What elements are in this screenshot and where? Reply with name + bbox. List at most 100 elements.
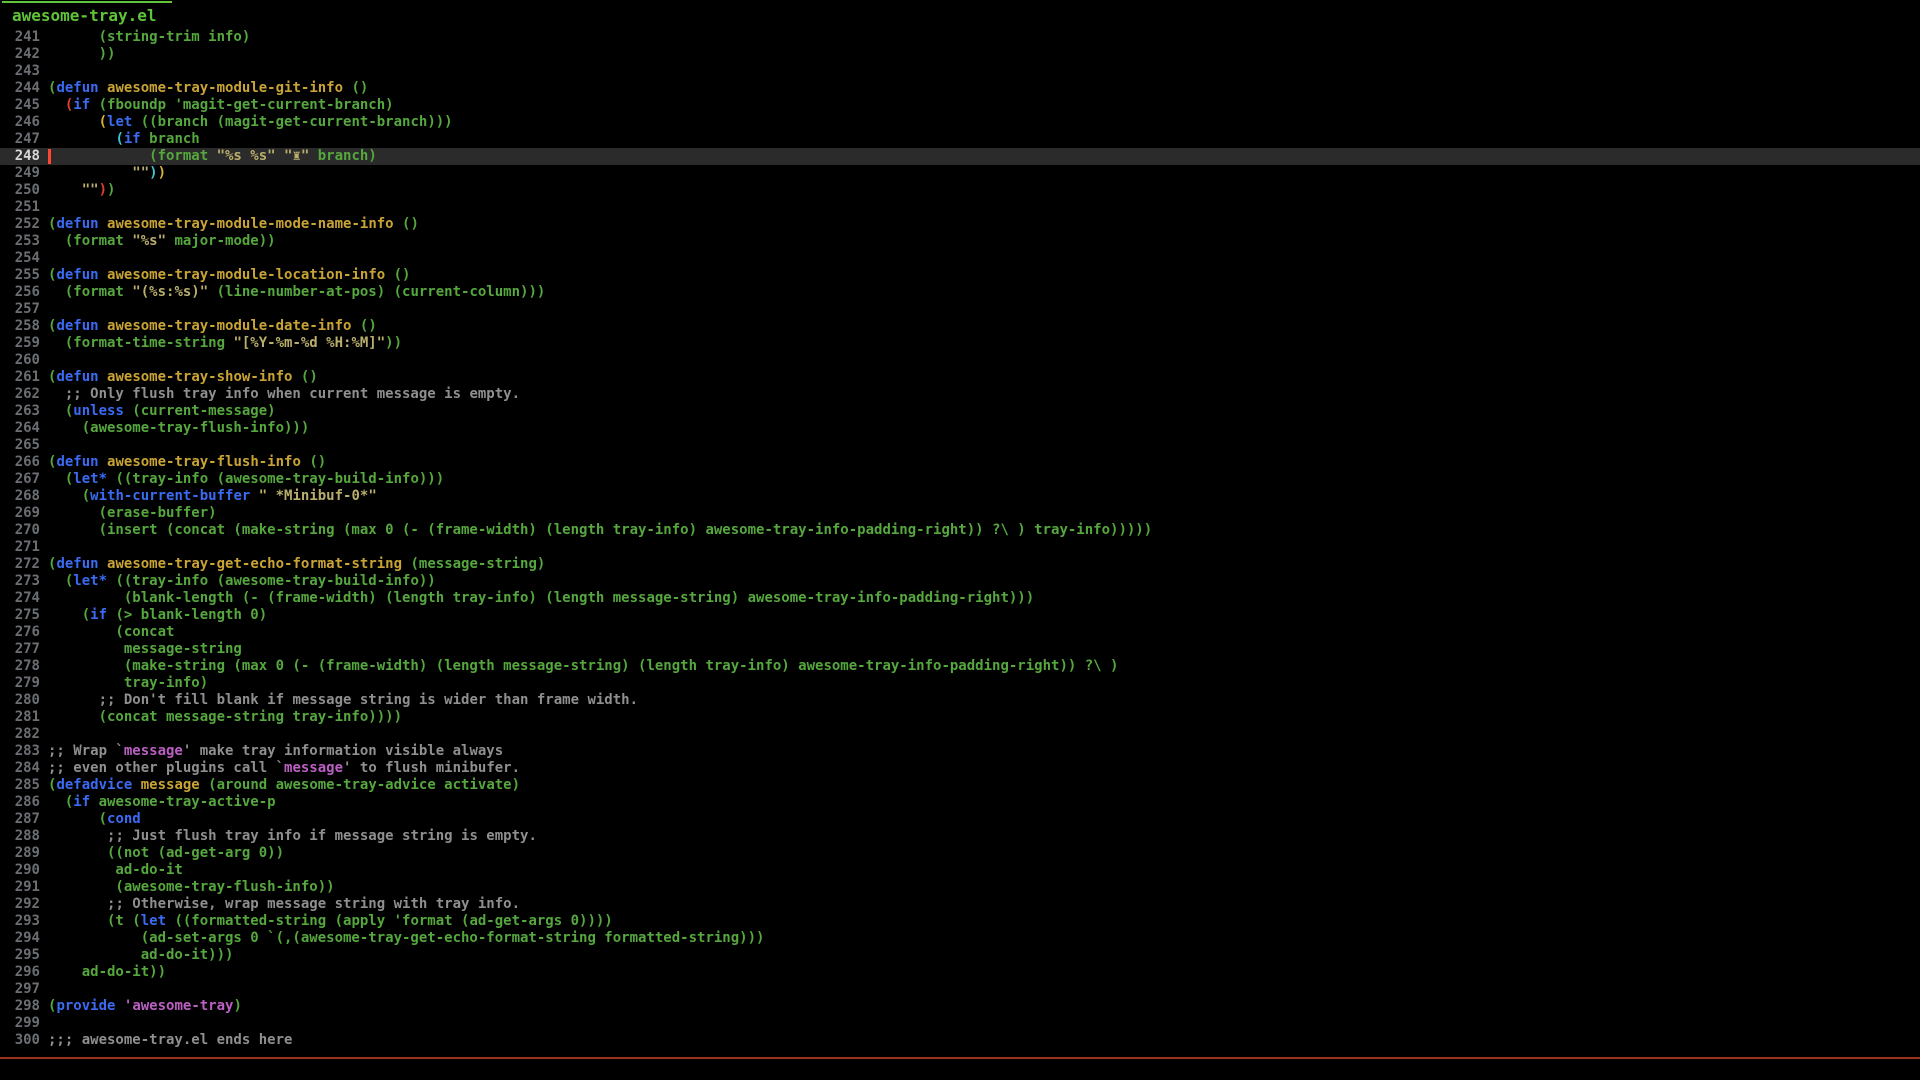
code-line[interactable]: 259 (format-time-string "[%Y-%m-%d %H:%M… <box>0 335 1920 352</box>
code-line[interactable]: 269 (erase-buffer) <box>0 505 1920 522</box>
code-token: ) <box>149 165 157 181</box>
code-line[interactable]: 266(defun awesome-tray-flush-info () <box>0 454 1920 471</box>
code-token: tray-info) <box>48 675 208 691</box>
code-line[interactable]: 293 (t (let ((formatted-string (apply 'f… <box>0 913 1920 930</box>
code-token: (format <box>48 148 217 164</box>
code-line[interactable]: 271 <box>0 539 1920 556</box>
code-token: ((not (ad-get-arg 0)) <box>48 845 284 861</box>
code-line[interactable]: 244(defun awesome-tray-module-git-info (… <box>0 80 1920 97</box>
code-line[interactable]: 280 ;; Don't fill blank if message strin… <box>0 692 1920 709</box>
code-line[interactable]: 249 "")) <box>0 165 1920 182</box>
code-token: )) <box>48 46 115 62</box>
code-token: ( <box>48 811 107 827</box>
code-line[interactable]: 278 (make-string (max 0 (- (frame-width)… <box>0 658 1920 675</box>
code-line[interactable]: 277 message-string <box>0 641 1920 658</box>
code-token <box>48 386 65 402</box>
line-number: 282 <box>0 726 40 743</box>
code-line[interactable]: 294 (ad-set-args 0 `(,(awesome-tray-get-… <box>0 930 1920 947</box>
code-token: ad-do-it)) <box>48 964 166 980</box>
code-area[interactable]: 241 (string-trim info)242 ))243244(defun… <box>0 29 1920 1049</box>
code-line[interactable]: 264 (awesome-tray-flush-info))) <box>0 420 1920 437</box>
code-line[interactable]: 275 (if (> blank-length 0) <box>0 607 1920 624</box>
code-line[interactable]: 300;;; awesome-tray.el ends here <box>0 1032 1920 1049</box>
code-line[interactable]: 282 <box>0 726 1920 743</box>
code-token <box>99 80 107 96</box>
code-line[interactable]: 276 (concat <box>0 624 1920 641</box>
code-line[interactable]: 297 <box>0 981 1920 998</box>
code-line[interactable]: 253 (format "%s" major-mode)) <box>0 233 1920 250</box>
code-token: "(%s:%s)" <box>132 284 208 300</box>
code-line[interactable]: 274 (blank-length (- (frame-width) (leng… <box>0 590 1920 607</box>
code-token: (string-trim info) <box>48 29 250 45</box>
code-line[interactable]: 279 tray-info) <box>0 675 1920 692</box>
code-token: (insert (concat (make-string (max 0 (- (… <box>48 522 1152 538</box>
code-line[interactable]: 254 <box>0 250 1920 267</box>
line-number: 253 <box>0 233 40 250</box>
code-line[interactable]: 290 ad-do-it <box>0 862 1920 879</box>
code-line[interactable]: 272(defun awesome-tray-get-echo-format-s… <box>0 556 1920 573</box>
code-line[interactable]: 243 <box>0 63 1920 80</box>
code-token: )) <box>385 335 402 351</box>
code-line[interactable]: 286 (if awesome-tray-active-p <box>0 794 1920 811</box>
code-line[interactable]: 281 (concat message-string tray-info)))) <box>0 709 1920 726</box>
code-line[interactable]: 261(defun awesome-tray-show-info () <box>0 369 1920 386</box>
code-line[interactable]: 245 (if (fboundp 'magit-get-current-bran… <box>0 97 1920 114</box>
code-token: (message-string) <box>402 556 545 572</box>
code-line[interactable]: 262 ;; Only flush tray info when current… <box>0 386 1920 403</box>
code-line[interactable]: 257 <box>0 301 1920 318</box>
line-number: 272 <box>0 556 40 573</box>
code-token: ) <box>99 182 107 198</box>
code-line[interactable]: 295 ad-do-it))) <box>0 947 1920 964</box>
line-number: 248 <box>0 148 40 165</box>
code-line[interactable]: 291 (awesome-tray-flush-info)) <box>0 879 1920 896</box>
code-line[interactable]: 292 ;; Otherwise, wrap message string wi… <box>0 896 1920 913</box>
code-line[interactable]: 267 (let* ((tray-info (awesome-tray-buil… <box>0 471 1920 488</box>
code-line[interactable]: 270 (insert (concat (make-string (max 0 … <box>0 522 1920 539</box>
code-line[interactable]: 246 (let ((branch (magit-get-current-bra… <box>0 114 1920 131</box>
code-line[interactable]: 273 (let* ((tray-info (awesome-tray-buil… <box>0 573 1920 590</box>
code-token: ( <box>115 131 123 147</box>
code-token: (concat <box>48 624 174 640</box>
code-line[interactable]: 287 (cond <box>0 811 1920 828</box>
code-token: () <box>385 267 410 283</box>
line-number: 280 <box>0 692 40 709</box>
code-token: let <box>141 913 166 929</box>
code-line[interactable]: 260 <box>0 352 1920 369</box>
code-line[interactable]: 255(defun awesome-tray-module-location-i… <box>0 267 1920 284</box>
code-line[interactable]: 288 ;; Just flush tray info if message s… <box>0 828 1920 845</box>
code-line[interactable]: 247 (if branch <box>0 131 1920 148</box>
code-line[interactable]: 265 <box>0 437 1920 454</box>
code-line[interactable]: 250 "")) <box>0 182 1920 199</box>
code-line[interactable]: 248 (format "%s %s" "♜" branch) <box>0 148 1920 165</box>
code-line[interactable]: 285(defadvice message (around awesome-tr… <box>0 777 1920 794</box>
code-line[interactable]: 299 <box>0 1015 1920 1032</box>
code-line[interactable]: 283;; Wrap `message' make tray informati… <box>0 743 1920 760</box>
echo-area: ♜ master emacs-lisp-mode (248:0) [2018-1… <box>0 1059 1920 1079</box>
code-token <box>99 267 107 283</box>
line-number: 259 <box>0 335 40 352</box>
code-token: ) <box>233 998 241 1014</box>
code-line[interactable]: 268 (with-current-buffer " *Minibuf-0*" <box>0 488 1920 505</box>
code-line[interactable]: 241 (string-trim info) <box>0 29 1920 46</box>
code-token: () <box>292 369 317 385</box>
code-token: (current-message) <box>124 403 276 419</box>
code-line[interactable]: 296 ad-do-it)) <box>0 964 1920 981</box>
code-line[interactable]: 242 )) <box>0 46 1920 63</box>
code-line[interactable]: 284;; even other plugins call `message' … <box>0 760 1920 777</box>
code-token: branch) <box>309 148 376 164</box>
code-token: message-string <box>48 641 242 657</box>
code-line[interactable]: 263 (unless (current-message) <box>0 403 1920 420</box>
code-line[interactable]: 252(defun awesome-tray-module-mode-name-… <box>0 216 1920 233</box>
code-line[interactable]: 289 ((not (ad-get-arg 0)) <box>0 845 1920 862</box>
code-line[interactable]: 256 (format "(%s:%s)" (line-number-at-po… <box>0 284 1920 301</box>
code-line[interactable]: 258(defun awesome-tray-module-date-info … <box>0 318 1920 335</box>
code-token: (format <box>48 233 132 249</box>
code-token: ;;; awesome-tray.el ends here <box>48 1032 292 1048</box>
line-number: 250 <box>0 182 40 199</box>
code-token: unless <box>73 403 124 419</box>
code-token: ;; Don't fill blank if message string is… <box>99 692 638 708</box>
code-line[interactable]: 298(provide 'awesome-tray) <box>0 998 1920 1015</box>
line-number: 268 <box>0 488 40 505</box>
code-line[interactable]: 251 <box>0 199 1920 216</box>
line-number: 274 <box>0 590 40 607</box>
